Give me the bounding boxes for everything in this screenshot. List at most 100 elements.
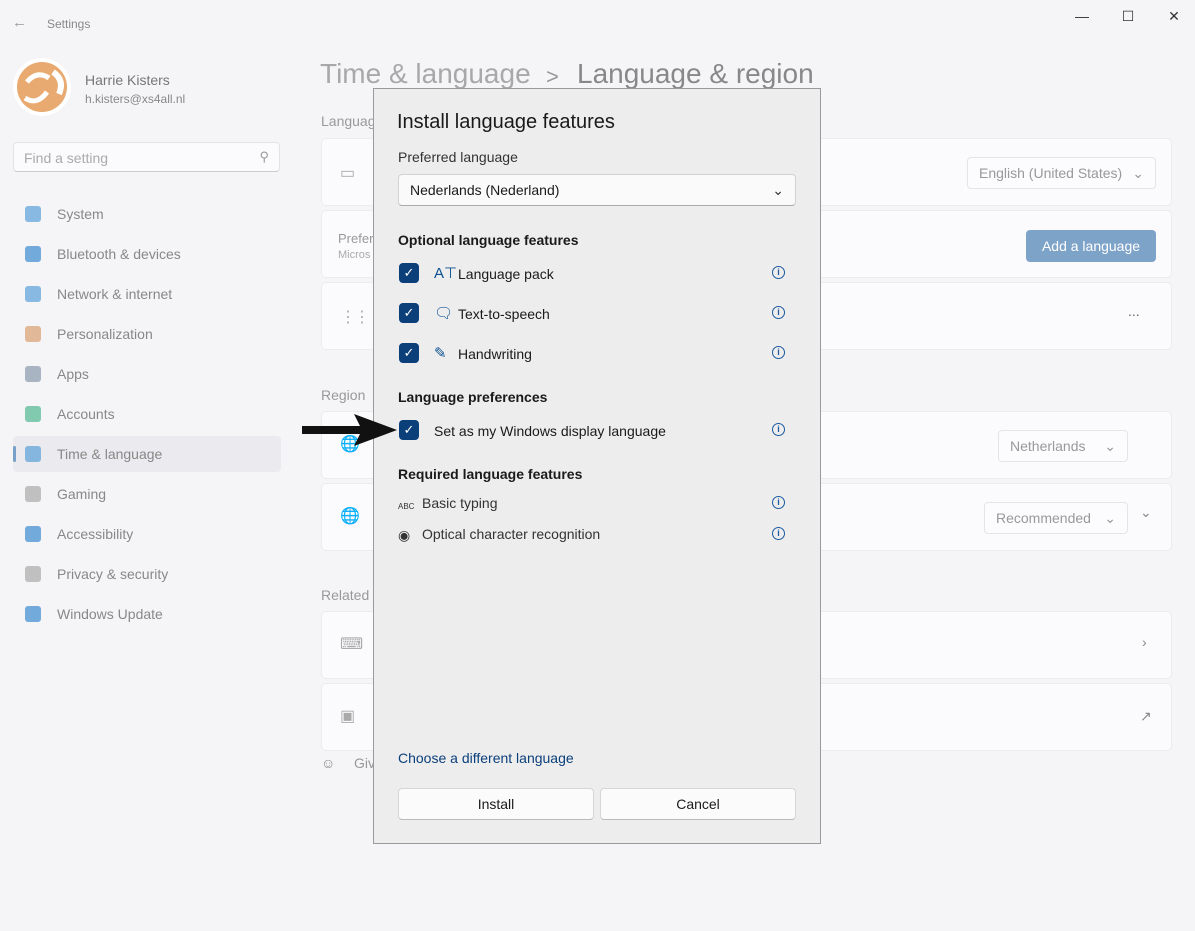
back-arrow-icon[interactable]: ←	[12, 14, 27, 31]
preferred-language-select[interactable]: Nederlands (Nederland) ⌄	[398, 174, 796, 206]
sidebar-item-windows-update[interactable]: Windows Update	[13, 596, 281, 632]
sidebar-item-label: Time & language	[57, 446, 163, 462]
dialog-title: Install language features	[397, 111, 615, 133]
abc-check-icon: ABC	[398, 502, 415, 511]
sidebar-icon	[25, 486, 41, 502]
required-heading: Required language features	[398, 466, 583, 482]
user-email: h.kisters@xs4all.nl	[85, 92, 186, 106]
user-name: Harrie Kisters	[85, 72, 170, 88]
display-language-dropdown[interactable]: English (United States) ⌄	[967, 157, 1156, 189]
breadcrumb-parent[interactable]: Time & language	[320, 58, 531, 90]
chevron-down-icon: ⌄	[772, 182, 784, 198]
sidebar-item-label: Windows Update	[57, 606, 163, 622]
optional-heading: Optional language features	[398, 232, 579, 248]
drag-handle-icon[interactable]: ⋮⋮	[340, 307, 370, 327]
sidebar-icon	[25, 206, 41, 222]
sidebar-item-bluetooth-devices[interactable]: Bluetooth & devices	[13, 236, 281, 272]
search-icon: ⚲	[259, 149, 269, 164]
search-placeholder: Find a setting	[24, 150, 109, 166]
window-title: Settings	[47, 17, 91, 31]
sidebar-item-privacy-security[interactable]: Privacy & security	[13, 556, 281, 592]
give-feedback-link[interactable]: Giv	[354, 755, 375, 771]
chevron-right-icon: ›	[1142, 634, 1147, 650]
info-icon[interactable]: i	[772, 423, 785, 436]
handwriting-icon: ✎	[434, 345, 447, 362]
select-value: Nederlands (Nederland)	[410, 182, 560, 198]
country-dropdown[interactable]: Netherlands ⌄	[998, 430, 1128, 462]
dropdown-value: English (United States)	[979, 165, 1123, 181]
sidebar-item-gaming[interactable]: Gaming	[13, 476, 281, 512]
sidebar-icon	[25, 606, 41, 622]
sidebar-item-label: Accounts	[57, 406, 115, 422]
page-title: Language & region	[577, 58, 814, 89]
sidebar-item-label: System	[57, 206, 104, 222]
avatar[interactable]	[13, 58, 71, 116]
install-language-dialog: Install language features Preferred lang…	[373, 88, 821, 844]
feature-label: Language pack	[458, 266, 554, 282]
shield-window-icon: ▣	[340, 708, 356, 725]
handwriting-checkbox[interactable]: ✓	[399, 343, 419, 363]
dropdown-value: Netherlands	[1010, 438, 1086, 454]
sidebar-item-label: Network & internet	[57, 286, 173, 302]
ocr-camera-icon: ◉	[398, 527, 411, 543]
chevron-down-icon: ⌄	[1132, 165, 1144, 181]
card-subtitle: Micros	[338, 249, 371, 261]
display-language-label: Set as my Windows display language	[434, 423, 666, 439]
sidebar-icon	[25, 566, 41, 582]
info-icon[interactable]: i	[772, 266, 785, 279]
info-icon[interactable]: i	[772, 496, 785, 509]
more-options-icon[interactable]: ...	[1128, 303, 1140, 319]
sidebar-icon	[25, 286, 41, 302]
language-pack-icon: A⊤	[434, 265, 458, 282]
sidebar-item-apps[interactable]: Apps	[13, 356, 281, 392]
sidebar-icon	[25, 526, 41, 542]
section-related: Related	[321, 587, 370, 603]
add-language-button[interactable]: Add a language	[1026, 230, 1156, 262]
sidebar-item-label: Bluetooth & devices	[57, 246, 181, 262]
choose-different-language-link[interactable]: Choose a different language	[398, 750, 574, 766]
sidebar-item-accounts[interactable]: Accounts	[13, 396, 281, 432]
sidebar-item-label: Gaming	[57, 486, 107, 502]
monitor-icon: ▭	[340, 165, 356, 182]
expand-chevron-icon[interactable]: ⌄	[1140, 504, 1152, 521]
section-language: Languag	[321, 113, 376, 129]
preferred-language-label: Preferred language	[398, 149, 518, 165]
text-to-speech-checkbox[interactable]: ✓	[399, 303, 419, 323]
sidebar-icon	[25, 446, 41, 462]
sidebar-icon	[25, 326, 41, 342]
pointer-arrow-icon	[302, 414, 397, 446]
breadcrumb-separator: >	[546, 64, 559, 89]
maximize-icon[interactable]: ☐	[1118, 8, 1138, 25]
info-icon[interactable]: i	[772, 527, 785, 540]
cancel-button[interactable]: Cancel	[600, 788, 796, 820]
format-dropdown[interactable]: Recommended ⌄	[984, 502, 1128, 534]
language-pack-checkbox[interactable]: ✓	[399, 263, 419, 283]
sidebar-item-network-internet[interactable]: Network & internet	[13, 276, 281, 312]
preferences-heading: Language preferences	[398, 389, 548, 405]
sidebar-item-personalization[interactable]: Personalization	[13, 316, 281, 352]
sidebar-item-label: Apps	[57, 366, 89, 382]
install-button[interactable]: Install	[398, 788, 594, 820]
info-icon[interactable]: i	[772, 346, 785, 359]
section-region: Region	[321, 387, 366, 403]
required-feature-label: Optical character recognition	[422, 526, 601, 542]
sidebar-item-time-language[interactable]: Time & language	[13, 436, 281, 472]
keyboard-icon: ⌨	[340, 636, 364, 653]
sidebar-item-label: Accessibility	[57, 526, 134, 542]
info-icon[interactable]: i	[772, 306, 785, 319]
sidebar-icon	[25, 366, 41, 382]
language-globe-icon: 🌐	[340, 508, 360, 525]
sidebar-item-system[interactable]: System	[13, 196, 281, 232]
chevron-down-icon: ⌄	[1104, 510, 1116, 526]
close-icon[interactable]: ✕	[1164, 8, 1184, 25]
dropdown-value: Recommended	[996, 510, 1091, 526]
feature-label: Text-to-speech	[458, 306, 550, 322]
sidebar-item-accessibility[interactable]: Accessibility	[13, 516, 281, 552]
text-to-speech-icon: 🗨	[434, 305, 454, 322]
chevron-down-icon: ⌄	[1104, 438, 1116, 454]
sidebar-item-label: Personalization	[57, 326, 153, 342]
search-input[interactable]: Find a setting ⚲	[13, 142, 280, 172]
display-language-checkbox[interactable]: ✓	[399, 420, 419, 440]
external-link-icon: ↗	[1140, 708, 1152, 724]
minimize-icon[interactable]: —	[1072, 8, 1092, 24]
